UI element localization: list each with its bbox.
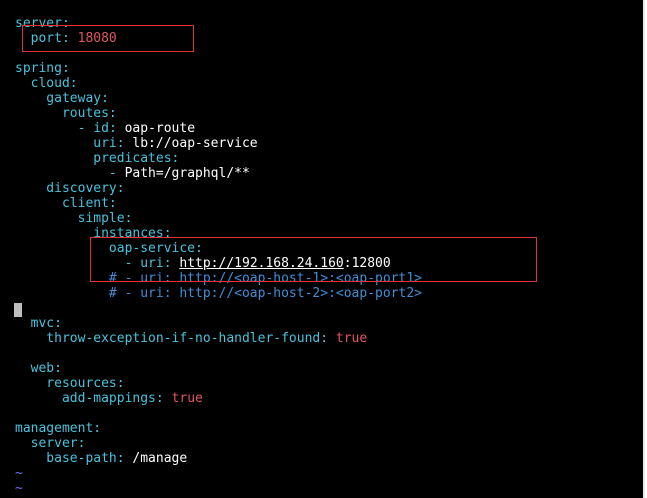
code-line: discovery: <box>15 181 125 196</box>
code-line: ~ <box>15 466 23 481</box>
code-line: web: <box>15 361 62 376</box>
yaml-key: server <box>15 16 62 31</box>
yaml-key: add-mappings <box>15 391 156 406</box>
list-marker: - <box>15 166 125 181</box>
yaml-literal: true <box>171 391 203 406</box>
text-cursor <box>14 303 22 317</box>
comment-text: # - uri: http://<oap-host-1>:<oap-port1> <box>15 271 422 286</box>
yaml-separator: : <box>320 331 336 346</box>
yaml-key: instances <box>15 226 164 241</box>
yaml-separator: : <box>116 451 133 466</box>
code-line: - id: oap-route <box>15 121 195 136</box>
yaml-value: /manage <box>132 451 188 466</box>
yaml-separator: : <box>61 16 70 31</box>
yaml-key: id <box>93 121 109 136</box>
yaml-separator: : <box>69 76 78 91</box>
yaml-separator: : <box>108 196 117 211</box>
yaml-key: gateway <box>15 91 102 106</box>
yaml-separator: : <box>171 151 180 166</box>
code-line: server: <box>15 16 70 31</box>
code-line: add-mappings: true <box>15 391 203 406</box>
terminal-window[interactable]: server: port: 18080 spring: cloud: gatewa… <box>0 0 645 498</box>
yaml-separator: : <box>116 376 125 391</box>
code-line: ~ <box>15 481 23 496</box>
yaml-separator: : <box>101 91 109 106</box>
yaml-separator: : <box>155 391 172 406</box>
code-line: cloud: <box>15 76 78 91</box>
comment-text: # - uri: http://<oap-host-2>:<oap-port2> <box>15 286 422 301</box>
yaml-separator: : <box>163 226 172 241</box>
code-line: spring: <box>15 61 70 76</box>
yaml-separator: : <box>116 136 133 151</box>
yaml-key: port <box>15 31 62 46</box>
yaml-separator: : <box>108 121 125 136</box>
yaml-key: client <box>15 196 109 211</box>
yaml-key: cloud <box>15 76 70 91</box>
code-line: throw-exception-if-no-handler-found: tru… <box>15 331 367 346</box>
code-line: gateway: <box>15 91 109 106</box>
code-line: resources: <box>15 376 125 391</box>
code-line: # - uri: http://<oap-host-2>:<oap-port2> <box>15 286 422 301</box>
yaml-key: throw-exception-if-no-handler-found <box>15 331 321 346</box>
yaml-separator: : <box>116 181 125 196</box>
yaml-key: predicates <box>15 151 172 166</box>
yaml-key: discovery <box>15 181 117 196</box>
code-line: base-path: /manage <box>15 451 187 466</box>
yaml-value: lb://oap-service <box>132 136 258 151</box>
yaml-value: :12800 <box>343 256 391 271</box>
yaml-separator: : <box>124 211 133 226</box>
code-line: - uri: http://192.168.24.160:12800 <box>15 256 391 271</box>
yaml-separator: : <box>77 436 86 451</box>
code-line: port: 18080 <box>15 31 117 46</box>
yaml-key: server <box>15 436 78 451</box>
yaml-key: web <box>15 361 55 376</box>
yaml-key: base-path <box>15 451 117 466</box>
url-link[interactable]: http://192.168.24.160 <box>179 256 343 271</box>
empty-line-marker: ~ <box>15 481 23 496</box>
yaml-key: routes <box>15 106 109 121</box>
yaml-key: simple <box>15 211 125 226</box>
yaml-separator: : <box>54 316 62 331</box>
code-line: server: <box>15 436 86 451</box>
yaml-literal: true <box>335 331 368 346</box>
yaml-key: spring <box>15 61 62 76</box>
yaml-key: oap-service <box>15 241 196 256</box>
yaml-key: uri <box>140 256 164 271</box>
code-line: - Path=/graphql/** <box>15 166 250 181</box>
code-line: simple: <box>15 211 133 226</box>
code-line: instances: <box>15 226 172 241</box>
code-line: mvc: <box>15 316 62 331</box>
yaml-key: mvc <box>15 316 55 331</box>
yaml-key: uri <box>15 136 117 151</box>
yaml-value: Path=/graphql/** <box>124 166 250 181</box>
code-line: # - uri: http://<oap-host-1>:<oap-port1> <box>15 271 422 286</box>
yaml-separator: : <box>108 106 117 121</box>
empty-line-marker: ~ <box>15 466 23 481</box>
code-line: predicates: <box>15 151 179 166</box>
yaml-separator: : <box>163 256 180 271</box>
code-line: routes: <box>15 106 117 121</box>
code-line: management: <box>15 421 101 436</box>
yaml-separator: : <box>93 421 102 436</box>
yaml-separator: : <box>61 61 70 76</box>
code-line: oap-service: <box>15 241 203 256</box>
list-marker: - <box>15 256 141 271</box>
yaml-key: management <box>15 421 94 436</box>
yaml-key: resources <box>15 376 117 391</box>
yaml-value: oap-route <box>124 121 196 136</box>
yaml-separator: : <box>54 361 62 376</box>
yaml-literal: 18080 <box>77 31 117 46</box>
yaml-separator: : <box>195 241 203 256</box>
code-line: client: <box>15 196 117 211</box>
yaml-separator: : <box>61 31 78 46</box>
list-marker: - <box>15 121 94 136</box>
code-line: uri: lb://oap-service <box>15 136 258 151</box>
